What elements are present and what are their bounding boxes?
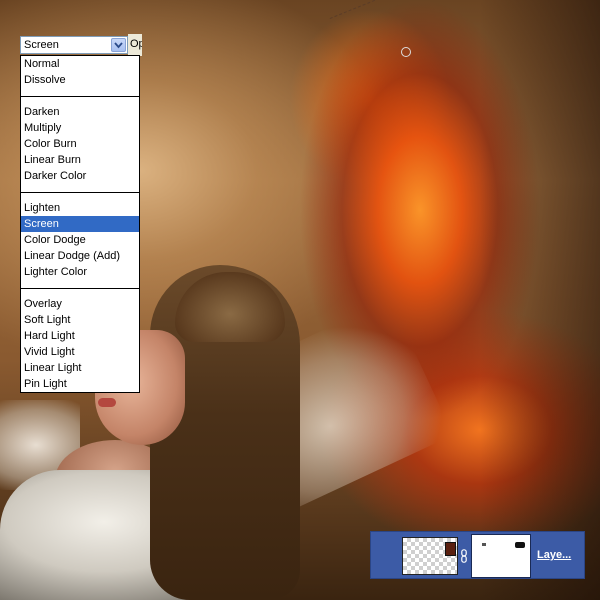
blend-mode-option[interactable]: Screen [21,216,139,232]
blend-mode-option[interactable]: Hard Light [21,328,139,344]
menu-separator [21,88,139,104]
blend-mode-option[interactable]: Lighter Color [21,264,139,280]
layer-thumbnail[interactable] [402,537,458,575]
shoulder [55,440,175,520]
menu-separator [21,280,139,296]
blend-mode-option[interactable]: Color Dodge [21,232,139,248]
mask-detail [482,543,486,546]
chain-link-icon[interactable] [461,549,467,563]
blend-mode-option[interactable]: Darker Color [21,168,139,184]
lips [98,398,116,407]
angel-wing-left [0,400,80,490]
opacity-label: Opacity: [130,38,142,50]
chevron-down-icon[interactable] [111,38,126,52]
selection-guide-line [329,0,479,20]
blend-mode-option[interactable]: Soft Light [21,312,139,328]
layer-name[interactable]: Laye... [537,549,571,561]
hair-bun [175,272,285,342]
blend-mode-option[interactable]: Linear Light [21,360,139,376]
blend-mode-option[interactable]: Normal [21,56,139,72]
angel-wing [226,298,454,512]
blend-mode-option[interactable]: Multiply [21,120,139,136]
menu-separator [21,184,139,200]
blend-mode-option[interactable]: Linear Dodge (Add) [21,248,139,264]
white-dress [0,470,260,600]
blend-mode-option[interactable]: Pin Light [21,376,139,392]
blend-mode-option[interactable]: Linear Burn [21,152,139,168]
brush-cursor-icon [401,47,411,57]
mask-detail [515,542,525,548]
layer-thumbnail-content [445,542,456,556]
blend-mode-value: Screen [24,39,59,51]
blend-mode-select[interactable]: Screen [20,36,128,54]
fire-effect [250,0,600,560]
background-shadow [480,0,600,600]
blend-mode-option[interactable]: Dissolve [21,72,139,88]
blend-mode-option[interactable]: Overlay [21,296,139,312]
blend-mode-option[interactable]: Color Burn [21,136,139,152]
artwork-canvas: Screen Opacity: NormalDissolve DarkenMult… [0,0,600,600]
mask-thumbnail[interactable] [471,534,531,578]
opacity-control[interactable]: Opacity: [128,34,142,56]
blend-mode-option[interactable]: Darken [21,104,139,120]
blend-mode-option[interactable]: Vivid Light [21,344,139,360]
hair [150,265,300,600]
blend-mode-option[interactable]: Lighten [21,200,139,216]
blend-mode-list[interactable]: Normal Dissolve Darken Multiply Color Burn Li… [20,55,140,393]
layer-row[interactable]: Laye... [370,531,585,579]
